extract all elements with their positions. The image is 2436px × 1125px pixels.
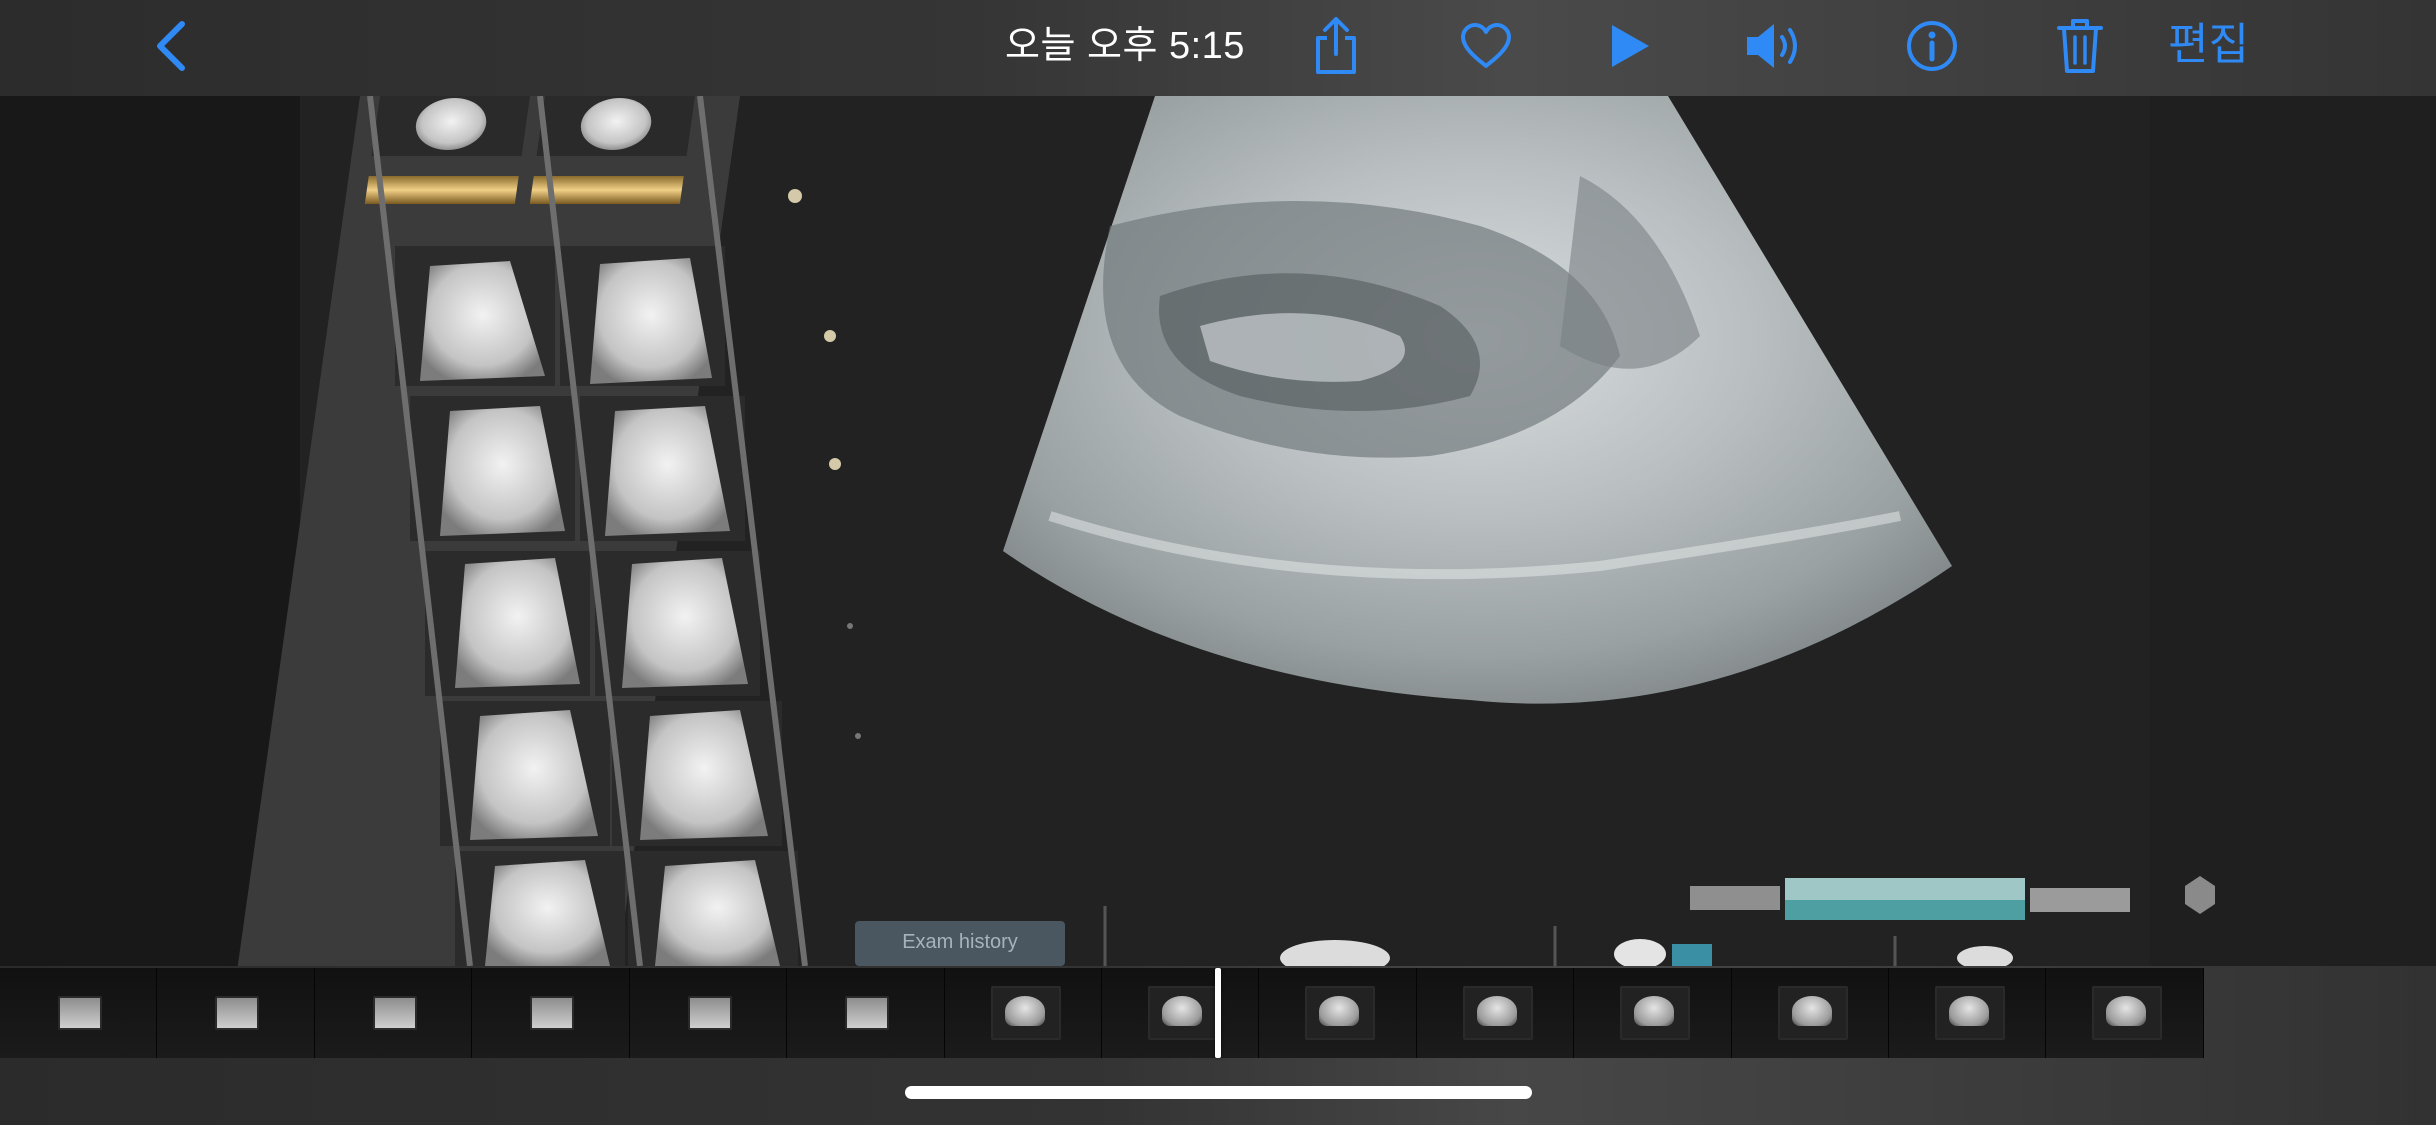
share-button[interactable] <box>1304 14 1368 78</box>
play-icon <box>1612 25 1649 67</box>
playhead-scrubber[interactable] <box>1215 968 1221 1058</box>
edit-button[interactable]: 편집 <box>2168 18 2249 72</box>
filmstrip-frame[interactable] <box>1101 968 1260 1058</box>
home-indicator[interactable] <box>905 1086 1532 1099</box>
chevron-left-icon <box>157 21 185 71</box>
share-icon <box>1316 17 1356 74</box>
photo-viewer: 오늘 오후 5:15 편집 Exam history <box>0 0 2436 1125</box>
page-title: 오늘 오후 5:15 <box>1005 25 1245 67</box>
filmstrip-frame[interactable] <box>1259 968 1417 1058</box>
ultrasound-image: Exam history <box>0 96 2436 966</box>
filmstrip[interactable] <box>0 968 2204 1058</box>
info-button[interactable] <box>1900 14 1964 78</box>
filmstrip-frame[interactable] <box>629 968 788 1058</box>
speaker-icon <box>1747 24 1797 68</box>
back-button[interactable] <box>140 14 204 78</box>
filmstrip-frame[interactable] <box>1731 968 1890 1058</box>
filmstrip-frame[interactable] <box>314 968 473 1058</box>
info-icon <box>1907 21 1957 71</box>
filmstrip-frame[interactable] <box>472 968 630 1058</box>
filmstrip-frame[interactable] <box>944 968 1102 1058</box>
top-toolbar: 오늘 오후 5:15 편집 <box>0 0 2436 97</box>
photo-content: Exam history <box>0 96 2436 966</box>
filmstrip-frame[interactable] <box>157 968 315 1058</box>
filmstrip-frame[interactable] <box>1574 968 1732 1058</box>
favorite-button[interactable] <box>1454 14 1518 78</box>
delete-button[interactable] <box>2048 14 2112 78</box>
heart-icon <box>1461 23 1511 68</box>
filmstrip-frame[interactable] <box>787 968 945 1058</box>
trash-icon <box>2057 19 2103 73</box>
filmstrip-frame[interactable] <box>1416 968 1575 1058</box>
filmstrip-frame[interactable] <box>2046 968 2204 1058</box>
filmstrip-frame[interactable] <box>0 968 158 1058</box>
play-button[interactable] <box>1598 14 1662 78</box>
exam-history-label: Exam history <box>902 931 1018 953</box>
sound-button[interactable] <box>1744 14 1808 78</box>
filmstrip-frame[interactable] <box>1889 968 2047 1058</box>
